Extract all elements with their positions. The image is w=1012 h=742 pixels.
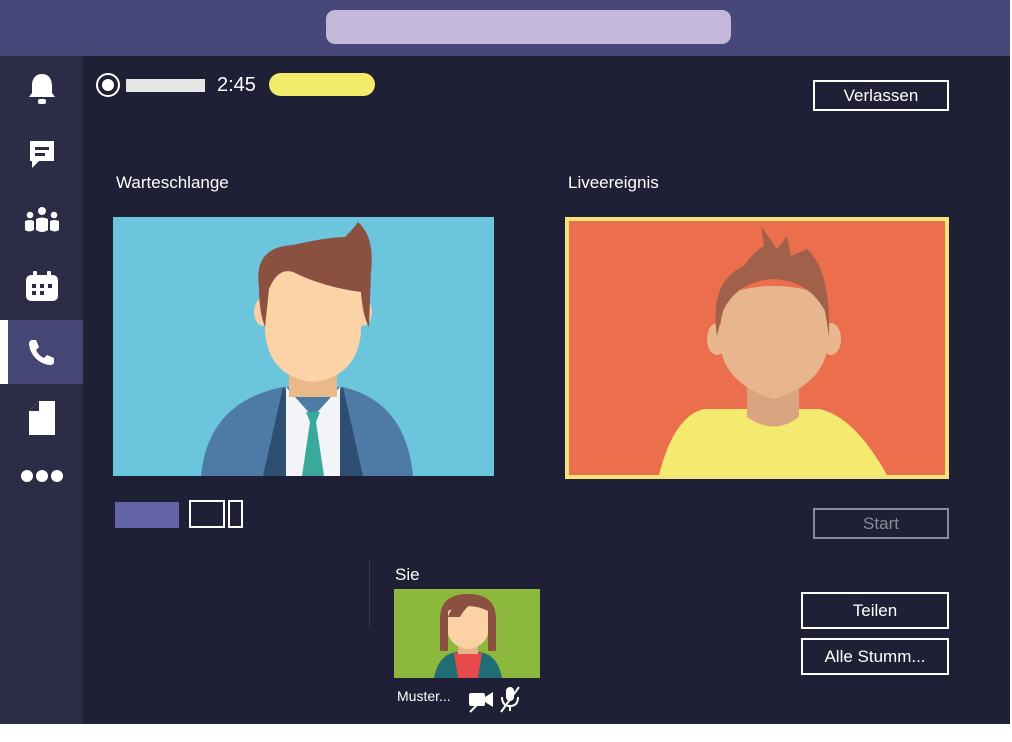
live-status-pill [269, 73, 375, 96]
call-timer: 2:45 [217, 74, 256, 96]
video-camera-icon[interactable] [468, 687, 494, 713]
rail-item-calendar[interactable] [0, 254, 83, 318]
mute-all-button[interactable]: Alle Stumm... [801, 638, 949, 675]
live-event-video-tile[interactable] [565, 217, 949, 479]
bell-icon [28, 74, 55, 104]
rail-item-files[interactable] [0, 386, 83, 450]
self-name-label: Muster... [397, 688, 451, 704]
title-bar [0, 0, 1010, 56]
chat-icon [29, 141, 54, 168]
queue-video-tile[interactable] [113, 217, 494, 476]
divider [369, 560, 370, 626]
self-video-tile[interactable] [394, 589, 540, 678]
self-avatar [434, 594, 502, 678]
record-icon [96, 73, 120, 97]
rail-item-chat[interactable] [0, 122, 83, 186]
layout-split-button[interactable] [189, 500, 243, 528]
rail-item-calls[interactable] [0, 320, 83, 384]
live-event-heading: Liveereignis [568, 173, 659, 192]
layout-split-icon [189, 500, 225, 528]
rail-item-activity[interactable] [0, 56, 83, 120]
start-button[interactable]: Start [813, 508, 949, 539]
app-rail [0, 56, 83, 724]
rail-item-teams[interactable] [0, 188, 83, 252]
search-input[interactable] [326, 10, 731, 44]
layout-split-icon-part [228, 500, 243, 528]
self-heading: Sie [395, 565, 420, 584]
rail-item-more[interactable] [0, 444, 83, 508]
share-button[interactable]: Teilen [801, 592, 949, 629]
leave-button[interactable]: Verlassen [813, 80, 949, 111]
phone-icon [28, 340, 54, 365]
app-window: 2:45 Verlassen Warteschlange Liveereigni… [0, 0, 1010, 724]
participant-avatar [201, 222, 413, 476]
teams-icon [24, 207, 59, 232]
participant-avatar [659, 226, 887, 475]
file-icon [28, 401, 55, 435]
calendar-icon [25, 271, 58, 301]
mic-muted-icon[interactable] [499, 685, 521, 713]
queue-heading: Warteschlange [116, 173, 229, 192]
layout-single-button[interactable] [115, 502, 179, 528]
recording-progress-bar [126, 79, 205, 92]
more-icon [20, 470, 63, 482]
